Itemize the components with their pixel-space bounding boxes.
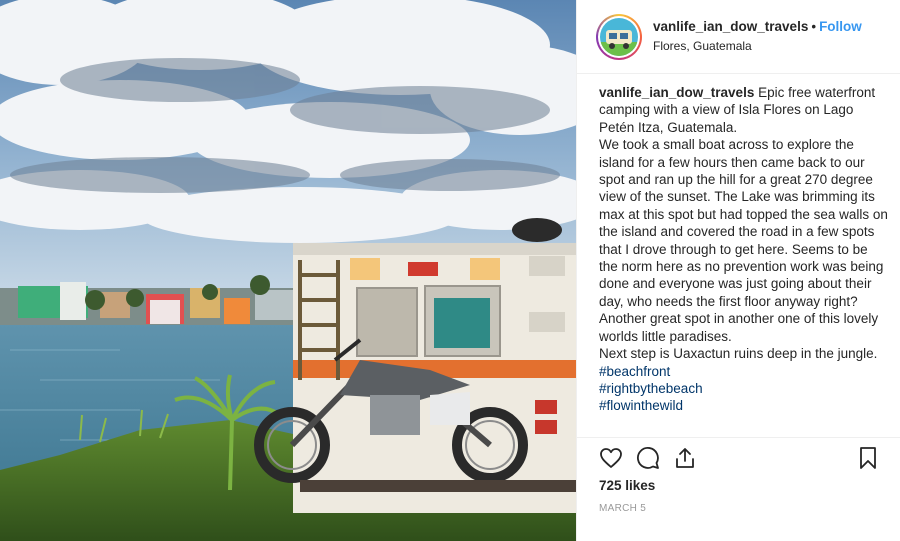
post-header: vanlife_ian_dow_travels • Follow Flores, G… — [577, 0, 900, 74]
share-icon — [676, 448, 694, 468]
caption: vanlife_ian_dow_travels Epic free waterf… — [599, 84, 889, 438]
save-button[interactable] — [854, 444, 882, 472]
header-text: vanlife_ian_dow_travels • Follow Flores, G… — [653, 19, 862, 54]
share-button[interactable] — [671, 444, 699, 472]
caption-username[interactable]: vanlife_ian_dow_travels — [599, 85, 754, 100]
divider — [577, 437, 900, 438]
instagram-post: vanlife_ian_dow_travels • Follow Flores, G… — [0, 0, 900, 541]
hashtag-link[interactable]: #rightbythebeach — [599, 380, 889, 397]
follow-button[interactable]: Follow — [819, 19, 862, 34]
caption-paragraph-3: Next step is Uaxactun ruins deep in the … — [599, 346, 878, 362]
caption-paragraph-1: vanlife_ian_dow_travels Epic free waterf… — [599, 84, 889, 136]
hashtag-link[interactable]: #beachfront — [599, 363, 889, 380]
separator-dot: • — [811, 19, 817, 35]
avatar-image — [600, 17, 638, 56]
avatar[interactable] — [596, 13, 642, 60]
like-button[interactable] — [597, 444, 625, 472]
post-details-panel: vanlife_ian_dow_travels • Follow Flores, G… — [576, 0, 900, 541]
heart-icon — [600, 448, 622, 468]
location-link[interactable]: Flores, Guatemala — [653, 39, 862, 54]
post-photo[interactable] — [0, 0, 576, 541]
post-date[interactable]: MARCH 5 — [599, 503, 646, 514]
header-row: vanlife_ian_dow_travels • Follow — [653, 19, 862, 36]
username-link[interactable]: vanlife_ian_dow_travels — [653, 19, 808, 34]
caption-paragraph-2: We took a small boat across to explore t… — [599, 137, 888, 344]
likes-count[interactable]: 725 likes — [599, 478, 655, 493]
comment-button[interactable] — [634, 444, 662, 472]
hashtag-link[interactable]: #flowinthewild — [599, 397, 889, 414]
post-image — [0, 0, 576, 541]
comment-icon — [637, 447, 659, 469]
avatar-ring — [598, 15, 640, 58]
action-bar — [597, 444, 887, 474]
bookmark-icon — [860, 447, 876, 469]
